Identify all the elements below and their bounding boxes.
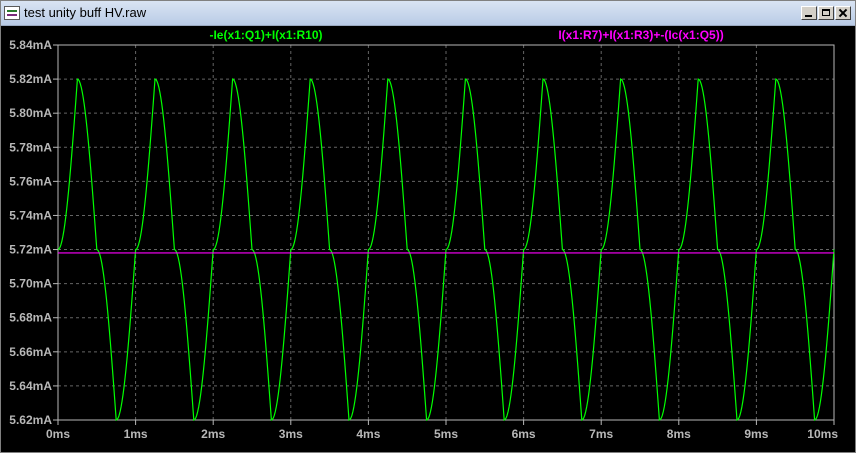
x-tick-label: 5ms xyxy=(434,427,458,441)
x-axis-ticks: 0ms 1ms 2ms 3ms 4ms 5ms 6ms 7ms 8ms 9ms 10ms xyxy=(46,420,838,441)
y-tick-label: 5.84mA xyxy=(9,38,52,52)
y-tick-label: 5.74mA xyxy=(9,208,52,222)
y-tick-label: 5.76mA xyxy=(9,174,52,188)
title-bar[interactable]: test unity buff HV.raw xyxy=(1,1,855,26)
x-tick-label: 6ms xyxy=(512,427,536,441)
minimize-button[interactable] xyxy=(801,6,817,20)
x-tick-label: 7ms xyxy=(589,427,613,441)
x-tick-label: 0ms xyxy=(46,427,70,441)
y-tick-label: 5.64mA xyxy=(9,379,52,393)
x-tick-label: 1ms xyxy=(124,427,148,441)
y-tick-label: 5.62mA xyxy=(9,413,52,427)
grid-lines xyxy=(58,45,834,420)
y-tick-label: 5.82mA xyxy=(9,72,52,86)
y-tick-label: 5.80mA xyxy=(9,106,52,120)
legend-label-series-2[interactable]: I(x1:R7)+I(x1:R3)+-(Ic(x1:Q5)) xyxy=(558,28,723,42)
x-tick-label: 8ms xyxy=(667,427,691,441)
maximize-button[interactable] xyxy=(818,6,834,20)
y-tick-label: 5.68mA xyxy=(9,311,52,325)
y-tick-label: 5.78mA xyxy=(9,140,52,154)
y-tick-label: 5.72mA xyxy=(9,243,52,257)
window-title: test unity buff HV.raw xyxy=(24,5,147,20)
y-tick-label: 5.66mA xyxy=(9,345,52,359)
waveform-app-icon xyxy=(4,6,20,20)
waveform-chart[interactable]: 5.62mA 5.64mA 5.66mA 5.68mA 5.70mA 5.72mA 5.74… xyxy=(1,26,855,452)
plot-area[interactable]: 5.62mA 5.64mA 5.66mA 5.68mA 5.70mA 5.72mA 5.74… xyxy=(1,26,855,452)
x-tick-label: 9ms xyxy=(744,427,768,441)
y-tick-label: 5.70mA xyxy=(9,277,52,291)
close-button[interactable] xyxy=(835,6,851,20)
x-tick-label: 2ms xyxy=(201,427,225,441)
x-tick-label: 3ms xyxy=(279,427,303,441)
x-tick-label: 10ms xyxy=(807,427,838,441)
legend-label-series-1[interactable]: -Ie(x1:Q1)+I(x1:R10) xyxy=(209,28,322,42)
waveform-viewer-window: test unity buff HV.raw 5.62mA 5.64mA 5.66m… xyxy=(0,0,856,453)
legend[interactable]: -Ie(x1:Q1)+I(x1:R10) I(x1:R7)+I(x1:R3)+-(… xyxy=(209,28,723,42)
x-tick-label: 4ms xyxy=(356,427,380,441)
y-axis-ticks: 5.62mA 5.64mA 5.66mA 5.68mA 5.70mA 5.72mA 5.74… xyxy=(9,38,58,427)
